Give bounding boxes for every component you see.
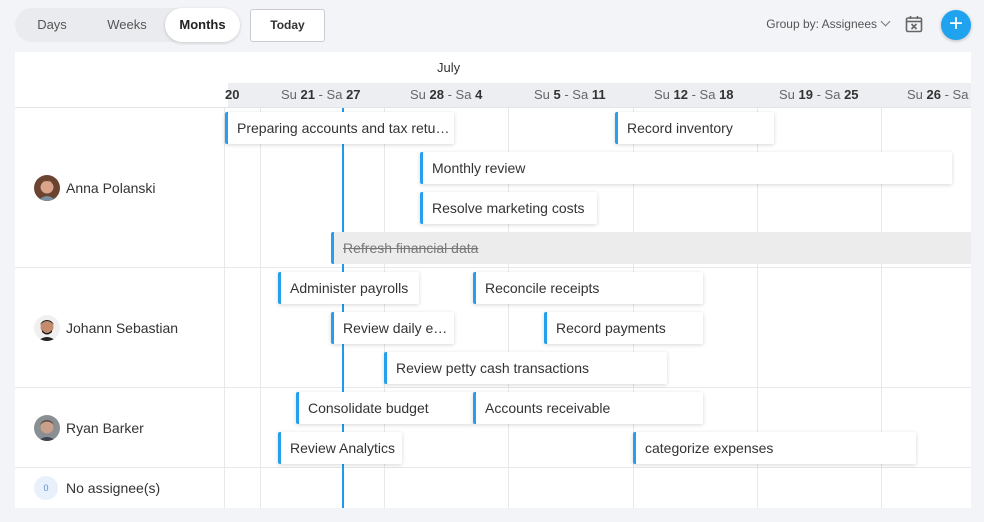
task-bar[interactable]: Review petty cash transactions	[384, 352, 667, 384]
tab-months[interactable]: Months	[165, 8, 240, 42]
avatar	[34, 175, 60, 201]
column-divider	[224, 108, 225, 508]
group-by-label: Group by: Assignees	[766, 17, 877, 31]
task-bar[interactable]: Preparing accounts and tax retur…	[225, 112, 454, 144]
plus-icon: +	[948, 10, 963, 37]
add-task-button[interactable]: +	[941, 10, 971, 40]
task-bar[interactable]: Review daily ex…	[331, 312, 454, 344]
task-bar[interactable]: categorize expenses	[633, 432, 916, 464]
week-label: Su 12 - Sa 18	[654, 87, 734, 102]
avatar	[34, 315, 60, 341]
unassigned-count-badge: 0	[34, 476, 58, 500]
week-label: Su 19 - Sa 25	[779, 87, 859, 102]
task-bar[interactable]: Record inventory	[615, 112, 774, 144]
chevron-down-icon	[880, 16, 891, 27]
week-label: 20	[225, 87, 240, 102]
week-label: Su 21 - Sa 27	[281, 87, 361, 102]
month-label: July	[437, 60, 461, 75]
avatar	[34, 415, 60, 441]
row-divider	[15, 467, 971, 468]
task-bar[interactable]: Monthly review	[420, 152, 952, 184]
tab-weeks[interactable]: Weeks	[89, 8, 165, 42]
task-bar[interactable]: Accounts receivable	[473, 392, 703, 424]
row-divider	[15, 387, 971, 388]
calendar-x-icon[interactable]	[905, 15, 923, 33]
today-button[interactable]: Today	[250, 9, 325, 42]
header-divider	[15, 107, 971, 108]
assignee-name: Johann Sebastian	[66, 320, 179, 336]
assignee-name: Anna Polanski	[66, 180, 156, 196]
week-label: Su 28 - Sa 4	[410, 87, 483, 102]
assignee-name: No assignee(s)	[66, 480, 161, 496]
task-bar[interactable]: Administer payrolls	[278, 272, 419, 304]
task-bar[interactable]: Resolve marketing costs	[420, 192, 597, 224]
task-bar[interactable]: Reconcile receipts	[473, 272, 703, 304]
week-label: Su 26 - Sa	[907, 87, 969, 102]
gantt-board: July 20 Su 21 - Sa 27 Su 28 - Sa 4 Su 5 …	[15, 52, 971, 508]
task-bar[interactable]: Consolidate budget	[296, 392, 473, 424]
column-divider	[260, 108, 261, 508]
group-by-dropdown[interactable]: Group by: Assignees	[766, 16, 891, 31]
task-bar[interactable]: Record payments	[544, 312, 703, 344]
assignee-name: Ryan Barker	[66, 420, 144, 436]
tab-days[interactable]: Days	[15, 8, 89, 42]
view-switcher: Days Weeks Months	[15, 8, 240, 42]
task-bar[interactable]: Review Analytics	[278, 432, 402, 464]
row-divider	[15, 267, 971, 268]
task-bar-completed[interactable]: Refresh financial data	[331, 232, 971, 264]
week-label: Su 5 - Sa 11	[534, 87, 606, 102]
